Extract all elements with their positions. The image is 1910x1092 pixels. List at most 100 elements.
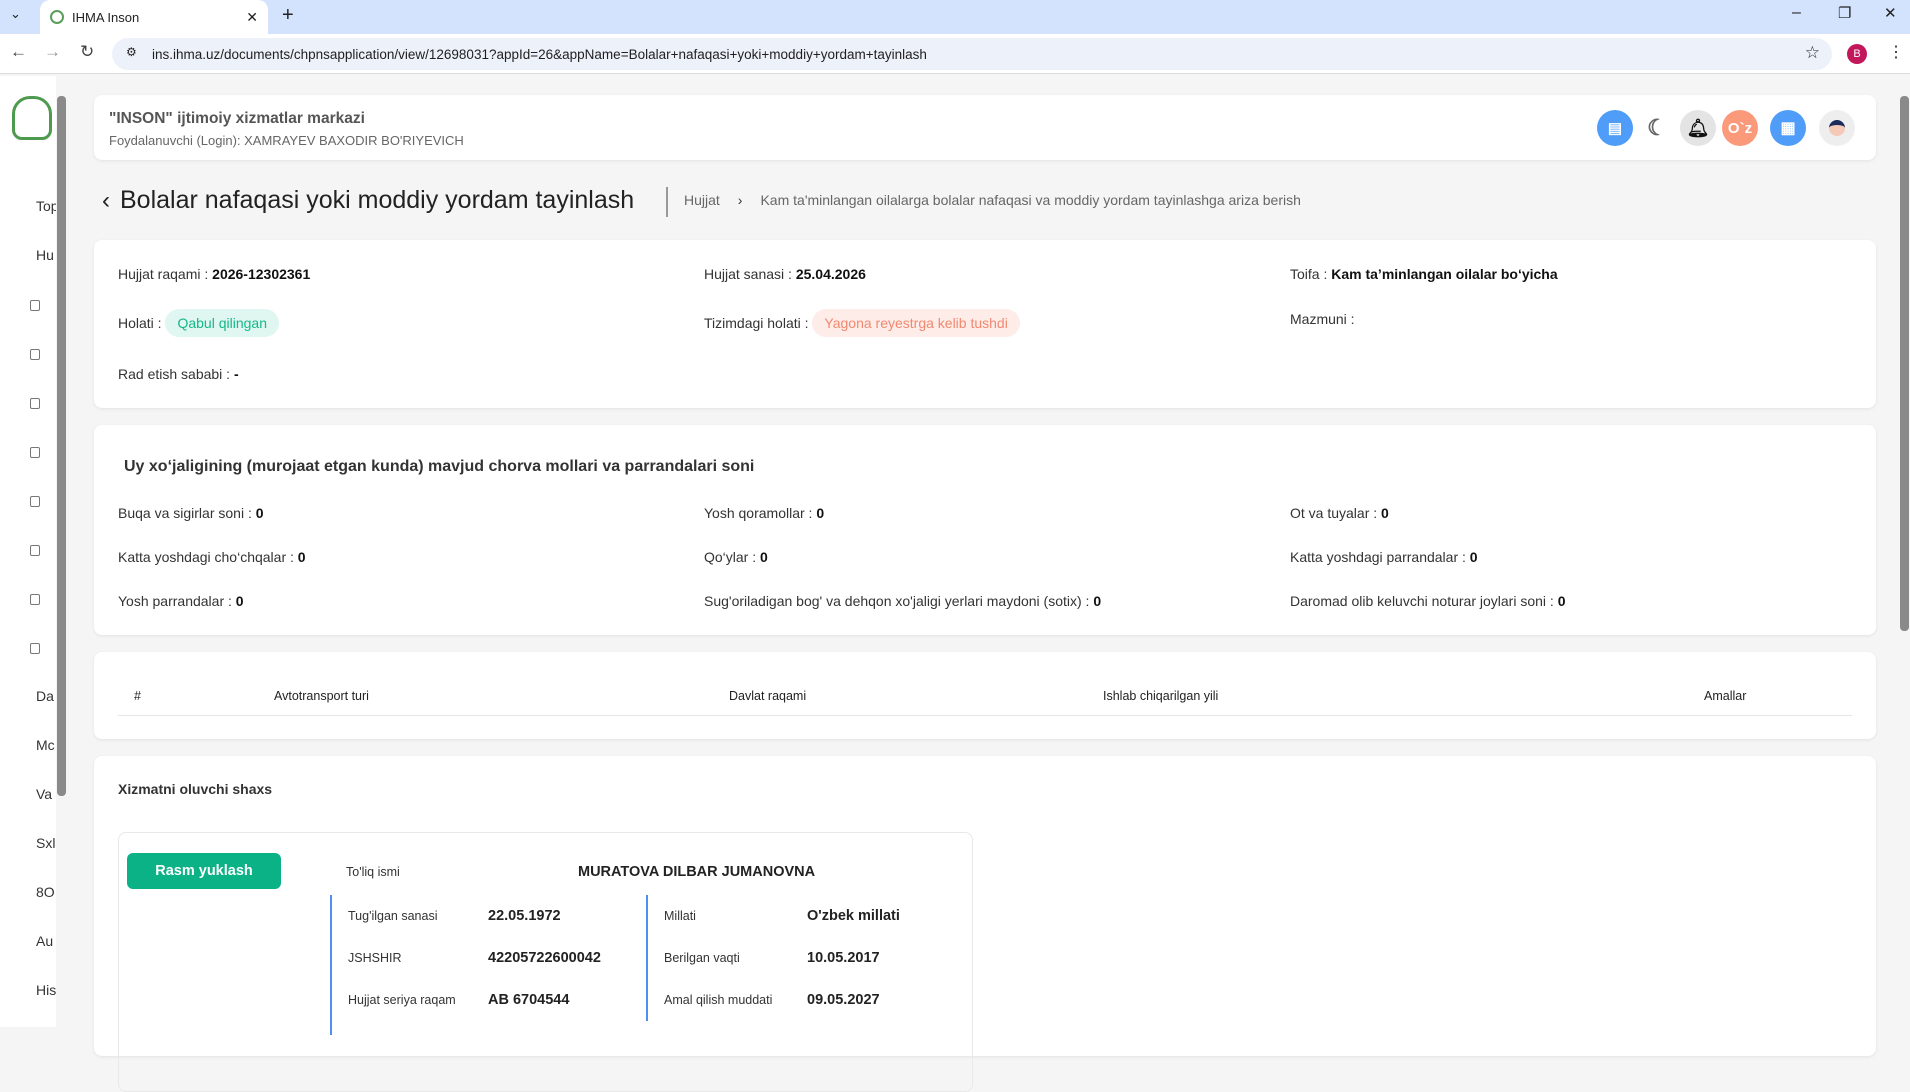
document-icon[interactable] xyxy=(30,594,40,605)
person-field-label: Hujjat seriya raqam xyxy=(348,993,456,1007)
person-field-value: 09.05.2027 xyxy=(807,992,880,1008)
document-icon[interactable] xyxy=(30,496,40,507)
url-text: ins.ihma.uz/documents/chpnsapplication/v… xyxy=(152,46,927,62)
livestock-item: Qo‘ylar : 0 xyxy=(704,549,768,565)
avatar-icon[interactable] xyxy=(1819,110,1855,146)
sidebar-item[interactable]: Top xyxy=(36,198,56,214)
browser-tab-bar: ⌄ IHMA Inson ✕ + – ❐ ✕ xyxy=(0,0,1910,34)
divider xyxy=(646,895,648,1021)
minimize-icon[interactable]: – xyxy=(1792,4,1801,22)
reload-icon[interactable]: ↻ xyxy=(80,42,94,62)
status-badge: Qabul qilingan xyxy=(165,309,279,337)
column-header: Davlat raqami xyxy=(729,689,807,703)
recipient-card: Xizmatni oluvchi shaxs xyxy=(94,756,1876,1092)
livestock-item: Sug'oriladigan bog' va dehqon xo'jaligi … xyxy=(704,593,1102,609)
org-name: "INSON" ijtimoiy xizmatlar markazi xyxy=(109,110,365,127)
sidebar-item[interactable]: Sxl xyxy=(36,835,55,851)
person-field-label: Amal qilish muddati xyxy=(664,993,773,1007)
doc-date: Hujjat sanasi : 25.04.2026 xyxy=(704,266,866,282)
favicon-icon xyxy=(50,10,64,24)
person-field-value: O'zbek millati xyxy=(807,908,900,924)
doc-number: Hujjat raqami : 2026-12302361 xyxy=(118,266,311,282)
person-field-label: Millati xyxy=(664,909,696,923)
bell-icon[interactable]: 🔔︎ xyxy=(1680,110,1716,146)
livestock-card: Uy xo‘jaligining (murojaat etgan kunda) … xyxy=(94,425,1876,635)
fullname-value: MURATOVA DILBAR JUMANOVNA xyxy=(578,864,816,880)
person-field-label: Berilgan vaqti xyxy=(664,951,740,965)
reject-reason: Rad etish sababi : - xyxy=(118,366,239,382)
livestock-item: Buqa va sigirlar soni : 0 xyxy=(118,505,264,521)
livestock-item: Ot va tuyalar : 0 xyxy=(1290,505,1389,521)
new-tab-icon[interactable]: + xyxy=(282,4,294,27)
fullname-label: To'liq ismi xyxy=(346,865,400,879)
moon-icon[interactable]: ☾ xyxy=(1639,110,1675,146)
document-check-icon[interactable]: ▤ xyxy=(1597,110,1633,146)
site-info-icon[interactable]: ⚙ xyxy=(126,45,137,59)
person-field-value: 10.05.2017 xyxy=(807,950,880,966)
address-row: ← → ↻ ⚙ ins.ihma.uz/documents/chpnsappli… xyxy=(0,34,1910,74)
person-field-value: 42205722600042 xyxy=(488,950,601,966)
page-title-row: ‹ Bolalar nafaqasi yoki moddiy yordam ta… xyxy=(102,186,634,215)
user-login: Foydalanuvchi (Login): XAMRAYEV BAXODIR … xyxy=(109,133,464,148)
sidebar-item[interactable]: Mc xyxy=(36,737,55,753)
breadcrumb-item: Kam ta'minlangan oilalarga bolalar nafaq… xyxy=(760,192,1301,208)
document-icon[interactable] xyxy=(30,545,40,556)
sidebar-item[interactable]: Da xyxy=(36,688,54,704)
column-header: # xyxy=(134,689,141,703)
person-field-label: Tug'ilgan sanasi xyxy=(348,909,438,923)
url-bar[interactable]: ⚙ ins.ihma.uz/documents/chpnsapplication… xyxy=(112,38,1832,70)
breadcrumb-item[interactable]: Hujjat xyxy=(684,192,720,208)
sidebar-item[interactable]: 8O xyxy=(36,884,55,900)
logo xyxy=(12,96,52,140)
page-title: Bolalar nafaqasi yoki moddiy yordam tayi… xyxy=(120,186,635,214)
chevron-right-icon: › xyxy=(737,192,743,208)
document-info-card: Hujjat raqami : 2026-12302361 Hujjat san… xyxy=(94,240,1876,408)
forward-icon[interactable]: → xyxy=(44,42,61,62)
close-window-icon[interactable]: ✕ xyxy=(1884,4,1897,22)
doc-system-status: Tizimdagi holati : Yagona reyestrga keli… xyxy=(704,309,1020,337)
back-chevron-icon[interactable]: ‹ xyxy=(102,187,110,215)
profile-avatar[interactable]: B xyxy=(1847,44,1867,64)
close-tab-icon[interactable]: ✕ xyxy=(246,9,258,26)
breadcrumb: Hujjat › Kam ta'minlangan oilalarga bola… xyxy=(684,192,1301,208)
language-icon[interactable]: O`z xyxy=(1722,110,1758,146)
system-status-badge: Yagona reyestrga kelib tushdi xyxy=(812,309,1020,337)
sidebar-item[interactable]: Hu xyxy=(36,247,54,263)
table-divider xyxy=(118,715,1852,716)
divider xyxy=(666,187,668,217)
document-icon[interactable] xyxy=(30,447,40,458)
tab-title: IHMA Inson xyxy=(72,9,140,25)
sidebar-item[interactable]: Va xyxy=(36,786,52,802)
livestock-item: Yosh parrandalar : 0 xyxy=(118,593,244,609)
sidebar: Top Hu Da Mc Va Sxl 8O Au His xyxy=(0,76,56,1027)
livestock-item: Katta yoshdagi parrandalar : 0 xyxy=(1290,549,1478,565)
bookmark-star-icon[interactable]: ☆ xyxy=(1805,43,1820,63)
divider xyxy=(330,895,332,1035)
document-icon[interactable] xyxy=(30,643,40,654)
livestock-item: Katta yoshdagi cho‘chqalar : 0 xyxy=(118,549,306,565)
browser-menu-icon[interactable]: ⋮ xyxy=(1888,42,1904,62)
upload-photo-button[interactable]: Rasm yuklash xyxy=(127,853,281,889)
sidebar-scrollbar[interactable] xyxy=(57,96,66,796)
livestock-title: Uy xo‘jaligining (murojaat etgan kunda) … xyxy=(124,458,755,475)
restore-icon[interactable]: ❐ xyxy=(1838,4,1851,22)
document-icon[interactable] xyxy=(30,398,40,409)
page-scrollbar[interactable] xyxy=(1900,96,1909,631)
sidebar-item[interactable]: Au xyxy=(36,933,53,949)
back-icon[interactable]: ← xyxy=(10,42,27,62)
person-field-label: JSHSHIR xyxy=(348,951,402,965)
column-header: Amallar xyxy=(1704,689,1747,703)
recipient-title: Xizmatni oluvchi shaxs xyxy=(118,781,273,797)
apps-icon[interactable]: ▦ xyxy=(1770,110,1806,146)
document-icon[interactable] xyxy=(30,300,40,311)
column-header: Ishlab chiqarilgan yili xyxy=(1103,689,1219,703)
doc-content: Mazmuni : xyxy=(1290,311,1355,327)
column-header: Avtotransport turi xyxy=(274,689,369,703)
document-icon[interactable] xyxy=(30,349,40,360)
tab-search-icon[interactable]: ⌄ xyxy=(10,6,21,22)
person-field-value: 22.05.1972 xyxy=(488,908,561,924)
browser-tab[interactable]: IHMA Inson ✕ xyxy=(40,0,268,34)
livestock-item: Yosh qoramollar : 0 xyxy=(704,505,825,521)
sidebar-item[interactable]: His xyxy=(36,982,56,998)
doc-category: Toifa : Kam ta’minlangan oilalar bo‘yich… xyxy=(1290,266,1558,282)
